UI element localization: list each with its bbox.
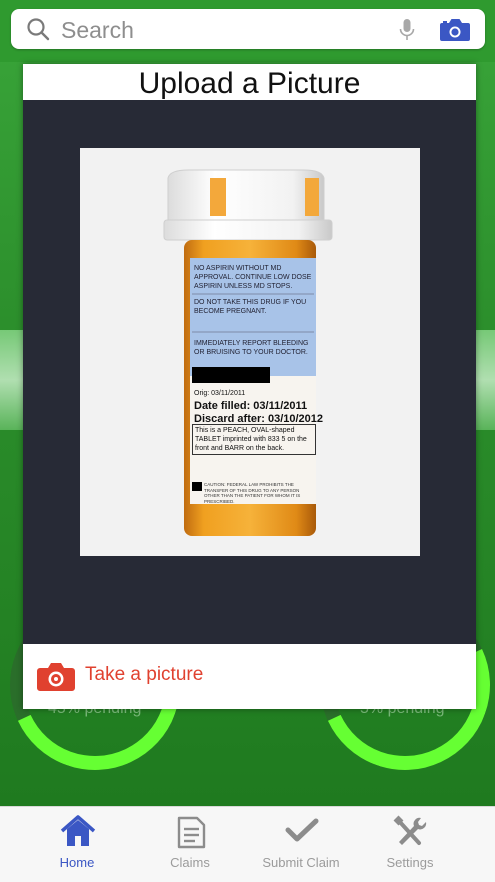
mic-icon[interactable]	[397, 18, 417, 42]
warning-line-2: APPROVAL. CONTINUE LOW DOSE	[194, 274, 312, 281]
pill-bottle-image: NO ASPIRIN WITHOUT MD APPROVAL. CONTINUE…	[163, 169, 333, 536]
camera-icon	[37, 663, 75, 691]
search-bar[interactable]	[11, 9, 485, 49]
tab-submit-claim-label: Submit Claim	[262, 855, 340, 870]
checkmark-icon	[285, 818, 319, 842]
top-bar	[0, 0, 495, 62]
modal-title: Upload a Picture	[138, 67, 361, 100]
tab-home-label: Home	[59, 855, 95, 870]
search-input[interactable]	[59, 13, 383, 47]
tab-claims[interactable]: Claims	[135, 807, 245, 882]
picture-preview-area: NO ASPIRIN WITHOUT MD APPROVAL. CONTINUE…	[23, 100, 476, 644]
warning-line-7: OR BRUISING TO YOUR DOCTOR.	[194, 349, 308, 356]
tab-home[interactable]: Home	[22, 807, 132, 882]
take-picture-label: Take a picture	[85, 664, 204, 685]
search-icon	[27, 18, 50, 41]
warning-line-4: DO NOT TAKE THIS DRUG IF YOU	[194, 299, 306, 306]
camera-icon[interactable]	[439, 17, 471, 43]
tab-settings[interactable]: Settings	[355, 807, 465, 882]
pill-description: This is a PEACH, OVAL-shaped TABLET impr…	[192, 424, 316, 455]
warning-line-6: IMMEDIATELY REPORT BLEEDING	[194, 340, 309, 347]
document-icon	[177, 816, 206, 849]
warning-line-1: NO ASPIRIN WITHOUT MD	[194, 265, 281, 272]
tab-claims-label: Claims	[170, 855, 210, 870]
tools-icon	[393, 815, 427, 845]
home-icon	[60, 815, 96, 846]
caution-text: CAUTION: FEDERAL LAW PROHIBITS THE TRANS…	[204, 482, 301, 504]
bottom-tab-bar: Home Claims Submit Claim Settings	[0, 806, 495, 882]
orig-date: Orig: 03/11/2011	[194, 390, 245, 397]
warning-line-5: BECOME PREGNANT.	[194, 308, 266, 315]
warning-line-3: ASPIRIN UNLESS MD STOPS.	[194, 283, 292, 290]
prescription-photo: NO ASPIRIN WITHOUT MD APPROVAL. CONTINUE…	[80, 148, 420, 556]
take-picture-button[interactable]: Take a picture	[23, 644, 476, 709]
tab-settings-label: Settings	[386, 855, 434, 870]
tab-submit-claim[interactable]: Submit Claim	[246, 807, 356, 882]
date-filled: Date filled: 03/11/2011	[194, 400, 307, 412]
upload-picture-modal: Upload a Picture NO ASPIRIN WITHOUT MD A…	[23, 64, 476, 709]
